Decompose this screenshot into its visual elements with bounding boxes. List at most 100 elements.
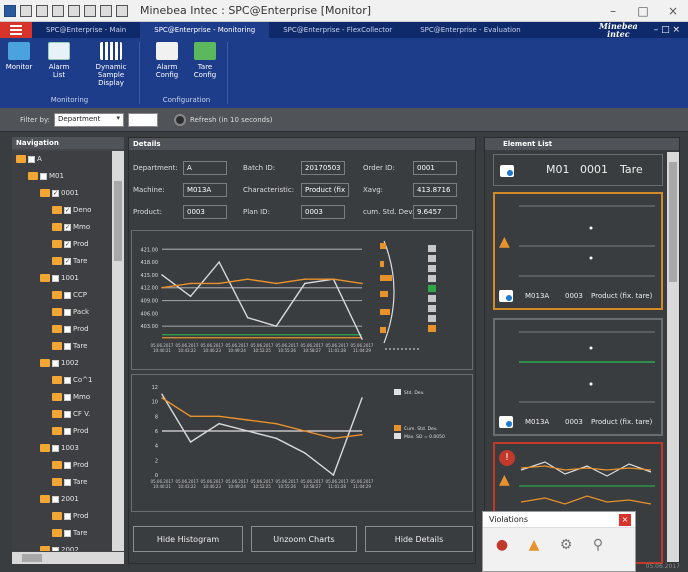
tree-item[interactable]: Tare: [52, 342, 87, 350]
refresh-icon[interactable]: [68, 4, 80, 17]
data-point: [304, 282, 306, 285]
tree-checkbox[interactable]: [28, 155, 35, 163]
hide-histogram-button[interactable]: Hide Histogram: [133, 526, 243, 552]
tree-item[interactable]: Tare: [52, 257, 87, 265]
menu-button[interactable]: [0, 22, 32, 38]
navigation-scrollbar[interactable]: [112, 151, 124, 551]
tree-item[interactable]: 1003: [40, 444, 79, 452]
tree-item[interactable]: Mmo: [52, 223, 90, 231]
layout-icon[interactable]: [100, 4, 112, 17]
tree-checkbox[interactable]: [64, 512, 71, 520]
tree-checkbox[interactable]: [64, 291, 71, 299]
tree-checkbox[interactable]: [64, 478, 71, 486]
tree-item[interactable]: CF V.: [52, 410, 90, 418]
window-icon[interactable]: [116, 4, 128, 17]
tree-checkbox[interactable]: [64, 257, 71, 265]
minimize-button[interactable]: –: [598, 4, 628, 18]
tab-main[interactable]: SPC@Enterprise - Main: [32, 22, 140, 38]
monitor-button[interactable]: Monitor: [2, 42, 36, 71]
tree-checkbox[interactable]: [64, 376, 71, 384]
tree-checkbox[interactable]: [40, 172, 47, 180]
ribbon-window-controls[interactable]: – □ ×: [654, 25, 680, 35]
settings-icon[interactable]: [36, 4, 48, 17]
tree-item[interactable]: A: [16, 155, 42, 163]
tree-item[interactable]: Prod: [52, 325, 89, 333]
tree-checkbox[interactable]: [64, 342, 71, 350]
tab-evaluation[interactable]: SPC@Enterprise - Evaluation: [406, 22, 534, 38]
tree-checkbox[interactable]: [64, 427, 71, 435]
save-icon[interactable]: [20, 4, 32, 17]
filter-icon[interactable]: ⚲: [589, 536, 607, 554]
close-icon[interactable]: ×: [619, 514, 631, 526]
tree-checkbox[interactable]: [52, 274, 59, 282]
stddev-chart-panel[interactable]: 12 10 8 6 4 2 0 05.06.2017 10:40:21 05.06.2017 10:…: [131, 374, 473, 512]
tree-item[interactable]: Tare: [52, 478, 87, 486]
xbar-chart-panel[interactable]: 421.00 418.00 415.00 412.00 409.00 406.00 403.…: [131, 230, 473, 370]
warning-icon[interactable]: ▲: [525, 536, 543, 554]
tree-item[interactable]: Co^1: [52, 376, 93, 384]
tree-checkbox[interactable]: [64, 461, 71, 469]
chevron-down-icon: ▾: [116, 113, 120, 122]
search-settings-icon[interactable]: ⚙: [557, 536, 575, 554]
tree-checkbox[interactable]: [64, 529, 71, 537]
filter-select[interactable]: Department ▾: [54, 112, 124, 127]
tree-checkbox[interactable]: [64, 223, 71, 231]
hscroll-thumb[interactable]: [22, 554, 42, 562]
alarm-config-button[interactable]: Alarm Config: [150, 42, 184, 79]
element-card-1[interactable]: ▲ M013A 0003 Product (fix. tare): [493, 192, 663, 310]
tree-item[interactable]: Mmo: [52, 393, 90, 401]
sample-display-button[interactable]: Dynamic Sample Display: [86, 42, 136, 87]
tree-checkbox[interactable]: [52, 444, 59, 452]
tree-item[interactable]: Prod: [52, 427, 89, 435]
legend-swatch: [394, 425, 401, 431]
tree-item[interactable]: Deno: [52, 206, 91, 214]
tree-item[interactable]: 1002: [40, 359, 79, 367]
print-icon[interactable]: [52, 4, 64, 17]
stddev-chart[interactable]: 12108642005.06.201710:40:2105.06.201710:…: [132, 375, 472, 511]
tree-checkbox[interactable]: [64, 308, 71, 316]
tree-item[interactable]: M01: [28, 172, 64, 180]
tree-checkbox[interactable]: [52, 359, 59, 367]
tree-checkbox[interactable]: [64, 410, 71, 418]
tree-item[interactable]: CCP: [52, 291, 87, 299]
tree-item[interactable]: 2001: [40, 495, 79, 503]
unzoom-charts-button[interactable]: Unzoom Charts: [251, 526, 357, 552]
tree-item[interactable]: 0001: [40, 189, 79, 197]
tree-checkbox[interactable]: [64, 240, 71, 248]
element-card-2[interactable]: M013A 0003 Product (fix. tare): [493, 318, 663, 436]
tree-item[interactable]: Pack: [52, 308, 89, 316]
tree-checkbox[interactable]: [64, 325, 71, 333]
maximize-button[interactable]: □: [628, 4, 658, 18]
refresh-icon[interactable]: [174, 113, 186, 126]
tree-item[interactable]: 1001: [40, 274, 79, 282]
scroll-thumb[interactable]: [114, 181, 122, 261]
tree-checkbox[interactable]: [52, 495, 59, 503]
violations-popup[interactable]: Violations × ● ▲ ⚙ ⚲: [482, 511, 636, 572]
tab-flexcollector[interactable]: SPC@Enterprise - FlexCollector: [269, 22, 406, 38]
scroll-thumb[interactable]: [669, 162, 677, 282]
tree-checkbox[interactable]: [52, 189, 59, 197]
folder-icon: [40, 444, 50, 452]
tree-item[interactable]: Prod: [52, 461, 89, 469]
close-button[interactable]: ×: [658, 4, 688, 18]
tree-checkbox[interactable]: [64, 206, 71, 214]
alarm-list-button[interactable]: Alarm List: [42, 42, 76, 79]
tree-item[interactable]: Prod: [52, 512, 89, 520]
tree-checkbox[interactable]: [52, 546, 59, 551]
alarm-icon[interactable]: ●: [493, 536, 511, 554]
user-icon[interactable]: [84, 4, 96, 17]
tab-monitoring[interactable]: SPC@Enterprise - Monitoring: [140, 22, 270, 38]
element-list-scrollbar[interactable]: [667, 152, 679, 562]
navigation-hscrollbar[interactable]: [12, 552, 124, 564]
tree-item[interactable]: Tare: [52, 529, 87, 537]
tree-item[interactable]: Prod: [52, 240, 89, 248]
hide-details-button[interactable]: Hide Details: [365, 526, 473, 552]
filter-input[interactable]: [128, 112, 158, 127]
element-header-card[interactable]: M01 0001 Tare: [493, 154, 663, 186]
tare-config-button[interactable]: Tare Config: [188, 42, 222, 79]
tree-item[interactable]: 2002: [40, 546, 79, 551]
tree-checkbox[interactable]: [64, 393, 71, 401]
legend-swatch: [428, 245, 436, 252]
y-tick-label: 8: [155, 414, 158, 420]
xbar-chart[interactable]: 421.00 418.00 415.00 412.00 409.00 406.00 403.…: [132, 231, 472, 369]
